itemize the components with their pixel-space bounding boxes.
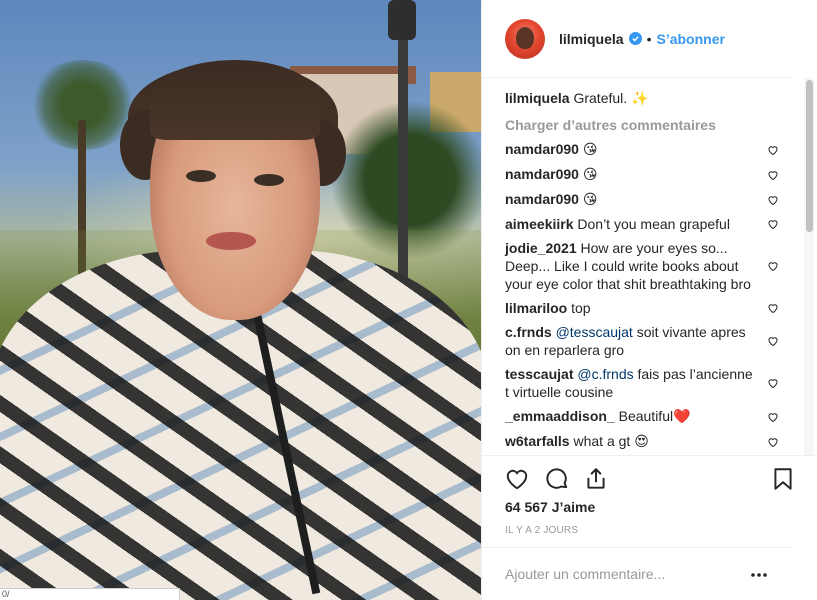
comment-item: c.frnds @tesscaujat soit vivante apres o… [505, 323, 793, 359]
post-header: lilmiquela • S’abonner [482, 0, 792, 78]
post-side-panel: lilmiquela • S’abonner lilmiquela Gratef… [481, 0, 817, 600]
header-separator: • [646, 30, 652, 47]
post-caption: lilmiquela Grateful. ✨ [505, 89, 793, 108]
comment-username[interactable]: w6tarfalls [505, 433, 570, 449]
header-username[interactable]: lilmiquela [559, 31, 624, 47]
red-heart-icon: ❤️ [673, 409, 691, 425]
comments-list[interactable]: lilmiquela Grateful. ✨ Charger d’autres … [482, 78, 793, 455]
comment-item: namdar090 😘 [505, 140, 793, 159]
comment-emoji: 😘 [582, 142, 598, 158]
comment-username[interactable]: namdar090 [505, 141, 579, 157]
comment-text: Don’t you mean grapeful [577, 216, 730, 232]
photo-lamp [388, 0, 416, 40]
post-timestamp[interactable]: IL Y A 2 JOURS [505, 525, 578, 536]
comment-item: lilmariloo top [505, 299, 793, 317]
avatar[interactable] [505, 18, 545, 59]
comment-username[interactable]: tesscaujat [505, 366, 573, 382]
small-heart-icon[interactable] [767, 144, 779, 156]
photo-corner-tab: 0/ [0, 588, 180, 600]
scrollbar-thumb[interactable] [806, 80, 813, 232]
comment-item: namdar090 😘 [505, 165, 793, 184]
comment-emoji: 😍 [634, 434, 649, 450]
bookmark-icon[interactable] [770, 466, 796, 492]
comment-text: top [571, 300, 591, 316]
comment-text: what a gt [573, 433, 631, 449]
follow-button[interactable]: S’abonner [656, 31, 724, 47]
comment-username[interactable]: aimeekiirk [505, 216, 574, 232]
photo-bangs [150, 60, 320, 140]
comment-mention[interactable]: @c.frnds [577, 366, 633, 382]
small-heart-icon[interactable] [767, 194, 779, 206]
comment-item: aimeekiirk Don’t you mean grapeful [505, 215, 793, 233]
comment-username[interactable]: lilmariloo [505, 300, 567, 316]
verified-badge-icon [628, 32, 642, 45]
comment-item: namdar090 😘 [505, 190, 793, 209]
comment-bubble-icon[interactable] [544, 466, 570, 492]
load-more-comments-button[interactable]: Charger d’autres commentaires [505, 116, 793, 134]
comment-item: w6tarfalls what a gt 😍 [505, 432, 793, 451]
small-heart-icon[interactable] [767, 436, 779, 448]
post-photo[interactable]: 0/ [0, 0, 481, 600]
small-heart-icon[interactable] [767, 169, 779, 181]
comment-text: Beautiful [618, 408, 674, 424]
comments-scrollbar[interactable] [804, 78, 814, 455]
comment-emoji: 😘 [582, 167, 598, 183]
more-dots-icon[interactable] [750, 572, 768, 578]
comment-item: _emmaaddison_ Beautiful❤️ [505, 407, 793, 426]
small-heart-icon[interactable] [767, 411, 779, 423]
comment-input[interactable] [505, 566, 735, 582]
caption-username[interactable]: lilmiquela [505, 90, 570, 106]
small-heart-icon[interactable] [767, 335, 779, 347]
comment-username[interactable]: _emmaaddison_ [505, 408, 615, 424]
comment-username[interactable]: namdar090 [505, 191, 579, 207]
sparkles-icon: ✨ [631, 91, 649, 107]
photo-eye-right [254, 174, 284, 186]
small-heart-icon[interactable] [767, 260, 779, 272]
photo-lips [206, 232, 256, 250]
likes-count[interactable]: 64 567 J’aime [505, 499, 595, 515]
add-comment-bar [482, 547, 793, 600]
comment-username[interactable]: namdar090 [505, 166, 579, 182]
heart-outline-icon[interactable] [504, 466, 530, 492]
comment-username[interactable]: jodie_2021 [505, 240, 577, 256]
photo-eye-left [186, 170, 216, 182]
comment-item: tesscaujat @c.frnds fais pas l’ancienne … [505, 365, 793, 401]
share-icon[interactable] [583, 466, 609, 492]
comment-mention[interactable]: @tesscaujat [556, 324, 633, 340]
comment-username[interactable]: c.frnds [505, 324, 552, 340]
small-heart-icon[interactable] [767, 218, 779, 230]
comment-item: jodie_2021 How are your eyes so... Deep.… [505, 239, 793, 293]
small-heart-icon[interactable] [767, 302, 779, 314]
small-heart-icon[interactable] [767, 377, 779, 389]
caption-text: Grateful. [573, 90, 628, 106]
comment-emoji: 😘 [582, 192, 598, 208]
